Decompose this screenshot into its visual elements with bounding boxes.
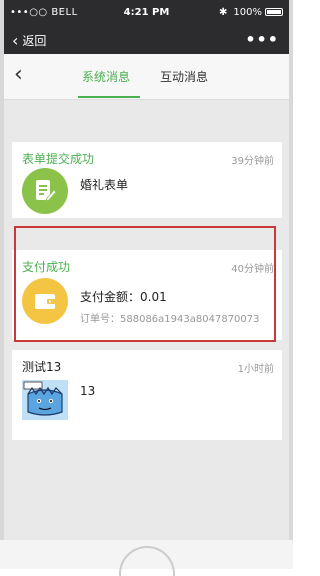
battery-icon xyxy=(265,8,283,16)
message-title: 表单提交成功 xyxy=(22,152,95,166)
home-button[interactable] xyxy=(119,546,175,576)
nav-bar: ‹ 返回 ••• xyxy=(4,26,289,54)
document-edit-icon xyxy=(22,168,68,214)
bluetooth-icon: ✱ xyxy=(219,7,228,18)
more-menu-button[interactable]: ••• xyxy=(245,30,279,49)
back-label: 返回 xyxy=(22,34,47,48)
tab-interactive-messages[interactable]: 互动消息 xyxy=(160,68,208,85)
battery-percent: 100% xyxy=(233,7,262,18)
message-text: 13 xyxy=(80,384,96,398)
phone-edge-right xyxy=(289,0,293,540)
message-time: 39分钟前 xyxy=(231,156,274,167)
status-bar: •••○○ BELL 4:21 PM ✱ 100% xyxy=(4,0,289,26)
message-tabs: ‹ 系统消息 互动消息 xyxy=(4,54,289,100)
app-screen: •••○○ BELL 4:21 PM ✱ 100% ‹ 返回 ••• ‹ 系统消息… xyxy=(4,0,289,540)
comic-thumbnail xyxy=(22,380,68,420)
message-card-test[interactable]: 测试13 1小时前 13 xyxy=(12,350,282,440)
message-text: 婚礼表单 xyxy=(80,178,129,192)
tab-system-messages[interactable]: 系统消息 xyxy=(82,68,130,85)
active-tab-indicator xyxy=(78,96,140,98)
battery-area: ✱ 100% xyxy=(219,7,283,18)
highlight-box xyxy=(14,226,276,342)
message-title: 测试13 xyxy=(22,360,62,374)
message-time: 1小时前 xyxy=(237,364,274,375)
chevron-left-icon: ‹ xyxy=(12,30,19,50)
message-card-form[interactable]: 表单提交成功 39分钟前 婚礼表单 xyxy=(12,142,282,218)
back-arrow-icon[interactable]: ‹ xyxy=(14,64,23,86)
back-button[interactable]: ‹ 返回 xyxy=(12,32,46,49)
phone-frame: •••○○ BELL 4:21 PM ✱ 100% ‹ 返回 ••• ‹ 系统消息… xyxy=(0,0,293,576)
